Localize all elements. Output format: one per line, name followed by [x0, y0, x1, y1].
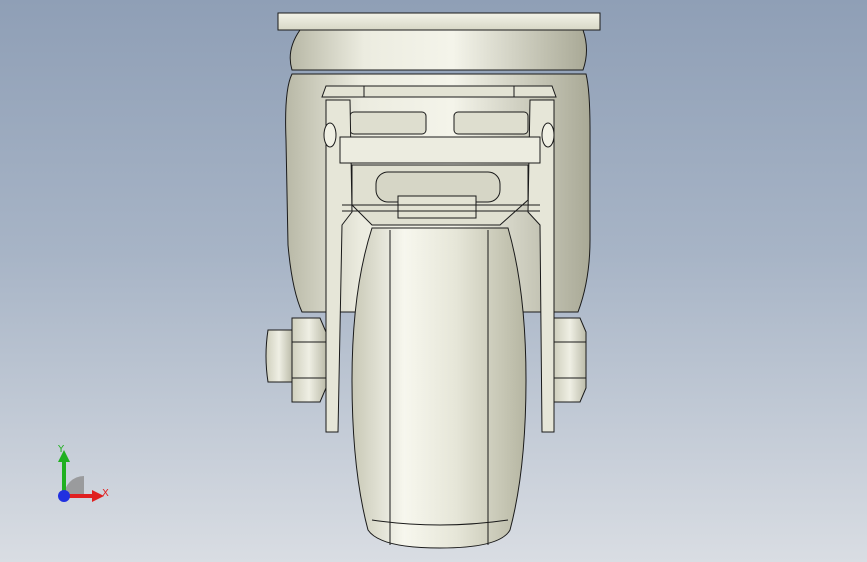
wheel[interactable]: [351, 227, 527, 549]
brake-axle[interactable]: [339, 136, 541, 164]
coordinate-triad: Y X: [57, 444, 109, 502]
z-axis-dot: [58, 490, 70, 502]
brake-pad-left[interactable]: [349, 111, 427, 135]
swivel-housing[interactable]: [289, 29, 587, 71]
y-axis-label: Y: [57, 444, 65, 455]
caster-model[interactable]: [265, 12, 601, 549]
axle-nut-right[interactable]: [553, 317, 587, 403]
brake-pad-right[interactable]: [453, 111, 529, 135]
axle-nut-left[interactable]: [291, 317, 327, 403]
axle-bolt-left[interactable]: [265, 329, 293, 383]
fork-rivet-right: [541, 122, 555, 148]
x-axis-label: X: [102, 488, 109, 499]
top-plate[interactable]: [277, 12, 601, 31]
graphics-viewport[interactable]: [0, 0, 867, 562]
fork-rivet-left: [323, 122, 337, 148]
fork-bracket[interactable]: [321, 85, 557, 98]
